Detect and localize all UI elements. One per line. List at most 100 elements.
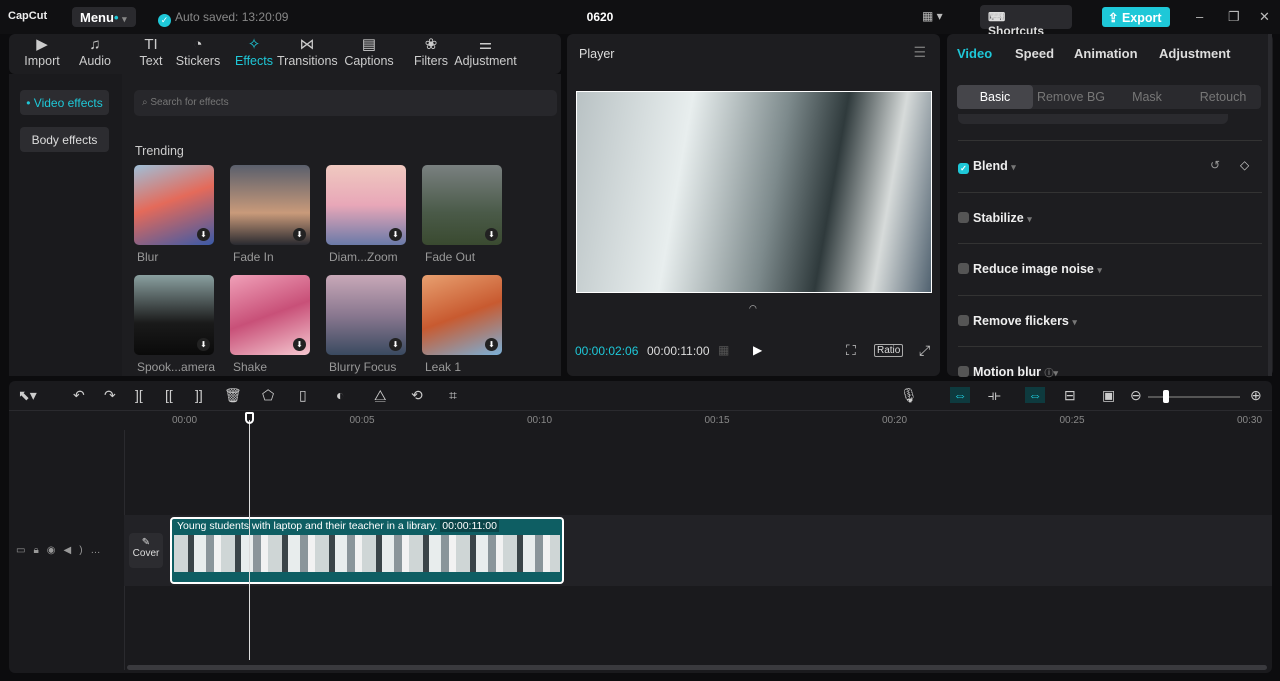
subtab-mask[interactable]: Mask: [1109, 85, 1185, 109]
tab-effects[interactable]: ✧ Effects: [228, 36, 280, 68]
video-clip[interactable]: Young students with laptop and their tea…: [170, 517, 564, 584]
mirror-icon[interactable]: ⧋: [374, 387, 387, 404]
timeline-grid-icon[interactable]: ▦: [718, 343, 729, 357]
redo-icon[interactable]: ↷: [104, 387, 116, 404]
download-icon[interactable]: ⬇: [389, 338, 402, 351]
checkbox[interactable]: [958, 366, 969, 377]
restore-icon[interactable]: ❐: [1228, 9, 1240, 25]
right-scrollbar[interactable]: [1268, 34, 1272, 376]
tab-video[interactable]: Video: [957, 46, 992, 61]
reset-icon[interactable]: ↺: [1210, 158, 1220, 172]
tab-import[interactable]: ▶ Import: [16, 36, 68, 68]
freeze-icon[interactable]: ▯: [299, 387, 307, 404]
split-right-icon[interactable]: ]]: [195, 387, 203, 403]
video-preview[interactable]: [576, 91, 932, 293]
zoom-out-icon[interactable]: ⊖: [1130, 387, 1142, 404]
checkbox[interactable]: ✓: [958, 163, 969, 174]
select-icon[interactable]: ⬉▾: [18, 387, 37, 404]
sidebar-item-video-effects[interactable]: • Video effects: [20, 90, 109, 115]
option-reduce-image-noise[interactable]: Reduce image noise ▾: [958, 262, 1102, 276]
subtab-retouch[interactable]: Retouch: [1185, 85, 1261, 109]
split-left-icon[interactable]: [[: [165, 387, 173, 403]
link-icon[interactable]: ⇔: [1025, 387, 1045, 403]
checkbox[interactable]: [958, 211, 969, 223]
search-input[interactable]: ⌕ Search for effects: [134, 90, 557, 116]
tab-speed[interactable]: Speed: [1015, 46, 1054, 61]
minimize-icon[interactable]: –: [1196, 9, 1203, 24]
effect-thumbnail[interactable]: ⬇: [134, 165, 214, 245]
eye-icon[interactable]: ◉: [47, 545, 64, 556]
horizontal-scrollbar[interactable]: [127, 665, 1267, 670]
export-button[interactable]: ⇪ Export: [1102, 7, 1170, 27]
download-icon[interactable]: ⬇: [197, 338, 210, 351]
delete-icon[interactable]: 🗑︎: [224, 387, 242, 404]
effect-thumbnail[interactable]: ⬇: [230, 275, 310, 355]
caret-down-icon[interactable]: ▾: [1097, 265, 1102, 275]
tab-animation[interactable]: Animation: [1074, 46, 1138, 61]
effect-thumbnail[interactable]: ⬇: [326, 275, 406, 355]
fullscreen-icon[interactable]: ⤢: [919, 342, 930, 359]
subtab-basic[interactable]: Basic: [957, 85, 1033, 109]
checkbox[interactable]: [958, 263, 969, 274]
tab-adjustment[interactable]: Adjustment: [1159, 46, 1231, 61]
effect-thumbnail[interactable]: ⬇: [422, 165, 502, 245]
undo-icon[interactable]: ↶: [73, 387, 85, 404]
tab-text[interactable]: TI Text: [125, 36, 177, 68]
tab-transitions[interactable]: ⋈ Transitions: [277, 36, 338, 68]
zoom-slider[interactable]: [1148, 396, 1240, 398]
download-icon[interactable]: ⬇: [485, 228, 498, 241]
caret-down-icon[interactable]: ▾: [1072, 317, 1077, 327]
preview-icon[interactable]: ▣: [1102, 387, 1115, 404]
tab-stickers[interactable]: ◔ Stickers: [172, 36, 224, 68]
keyframe-icon[interactable]: ◇: [1240, 158, 1249, 172]
effect-thumbnail[interactable]: ⬇: [134, 275, 214, 355]
download-icon[interactable]: ⬇: [485, 338, 498, 351]
lock-icon[interactable]: 🔒︎: [33, 545, 46, 556]
playhead-handle[interactable]: [245, 412, 254, 424]
play-icon[interactable]: ▶: [753, 343, 762, 357]
tab-audio[interactable]: ♫ Audio: [69, 36, 121, 68]
rotate-icon[interactable]: ⟲: [411, 387, 423, 404]
zoom-slider-handle[interactable]: [1163, 390, 1169, 403]
help-icon[interactable]: ⓘ: [1045, 368, 1054, 378]
more-icon[interactable]: …: [91, 545, 109, 556]
sidebar-item-body-effects[interactable]: Body effects: [20, 127, 109, 152]
caret-down-icon[interactable]: ▾: [1027, 214, 1032, 224]
effect-thumbnail[interactable]: ⬇: [230, 165, 310, 245]
download-icon[interactable]: ⬇: [293, 338, 306, 351]
checkbox[interactable]: [958, 314, 969, 326]
scroll-handle-icon[interactable]: ◠: [749, 303, 757, 314]
option-motion-blur[interactable]: Motion blur ⓘ▾: [958, 365, 1058, 379]
effect-thumbnail[interactable]: ⬇: [422, 275, 502, 355]
split-icon[interactable]: ][: [135, 387, 143, 403]
layout-icon[interactable]: ▦ ▾: [922, 9, 943, 23]
download-icon[interactable]: ⬇: [197, 228, 210, 241]
close-icon[interactable]: ✕: [1259, 9, 1270, 25]
volume-icon[interactable]: ◀): [64, 545, 91, 556]
zoom-in-icon[interactable]: ⊕: [1250, 387, 1262, 404]
caret-down-icon[interactable]: ▾: [1054, 368, 1059, 378]
ratio-button[interactable]: Ratio: [874, 344, 904, 357]
split-view-icon[interactable]: ⊟: [1064, 387, 1076, 404]
link-main-icon[interactable]: ⇔: [950, 387, 970, 403]
tab-captions[interactable]: ▤ Captions: [343, 36, 395, 68]
effect-thumbnail[interactable]: ⬇: [326, 165, 406, 245]
download-icon[interactable]: ⬇: [293, 228, 306, 241]
shortcuts-button[interactable]: ⌨ Shortcuts: [980, 5, 1072, 38]
tab-adjustment[interactable]: ⚌ Adjustment: [453, 36, 518, 68]
menu-button[interactable]: Menu• ▾: [72, 7, 136, 27]
microphone-icon[interactable]: 🎙︎: [900, 387, 918, 404]
cover-button[interactable]: ✎ Cover: [129, 533, 163, 568]
crop-icon[interactable]: ⌗: [449, 387, 457, 404]
option-stabilize[interactable]: Stabilize ▾: [958, 211, 1032, 225]
option-blend[interactable]: ✓ Blend ▾: [958, 159, 1016, 174]
fit-screen-icon[interactable]: ⛶: [846, 342, 856, 359]
marker-icon[interactable]: ⬠: [262, 387, 274, 404]
option-remove-flickers[interactable]: Remove flickers ▾: [958, 314, 1077, 328]
tab-filters[interactable]: ❀ Filters: [405, 36, 457, 68]
player-menu-icon[interactable]: ☰: [913, 44, 926, 61]
caret-down-icon[interactable]: ▾: [1011, 162, 1016, 172]
track-thumbnail-icon[interactable]: ▭: [16, 545, 33, 556]
playhead[interactable]: [249, 420, 250, 660]
reverse-icon[interactable]: ◐: [336, 387, 344, 403]
